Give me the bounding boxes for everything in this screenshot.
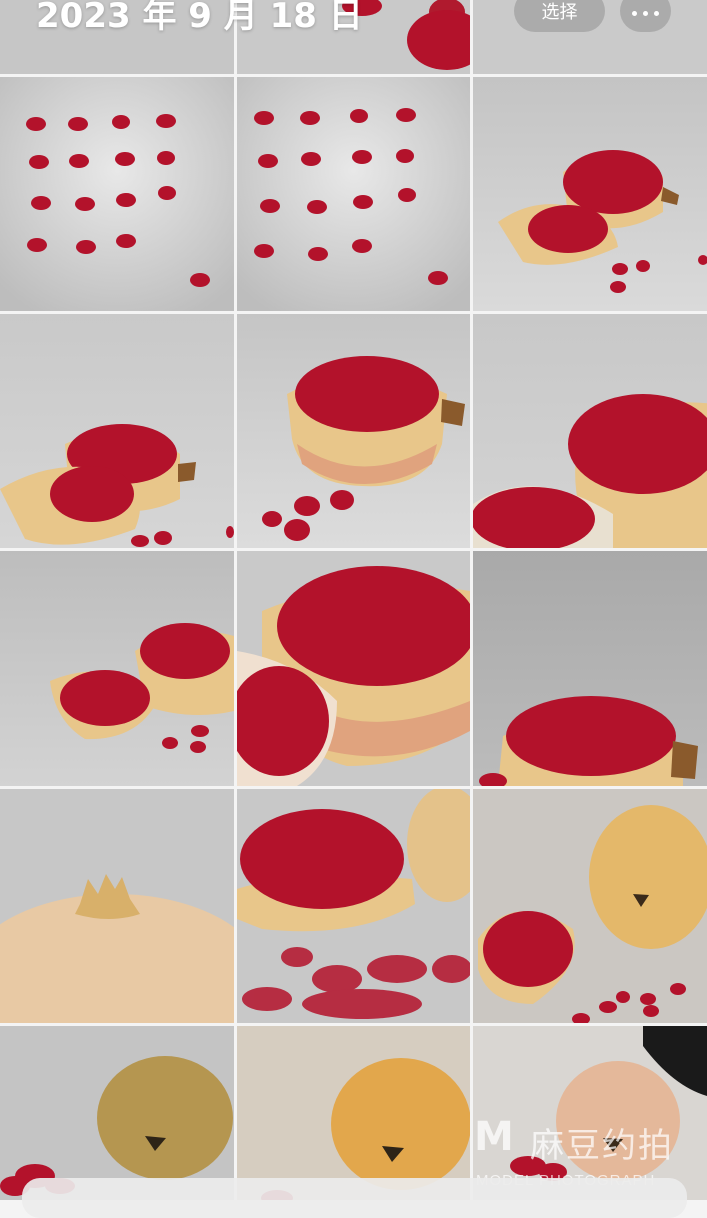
ellipsis-icon — [643, 11, 648, 16]
ellipsis-icon — [632, 11, 637, 16]
photo-thumbnail[interactable] — [237, 551, 470, 786]
photo-thumbnail[interactable] — [0, 1026, 234, 1200]
photo-thumbnail[interactable] — [473, 314, 707, 548]
photo-thumbnail[interactable] — [473, 77, 707, 311]
photo-thumbnail[interactable] — [237, 789, 470, 1023]
photo-thumbnail[interactable] — [473, 551, 707, 786]
photo-thumbnail[interactable] — [237, 1026, 470, 1200]
photo-thumbnail[interactable] — [473, 1026, 707, 1200]
ellipsis-icon — [654, 11, 659, 16]
select-button[interactable]: 选择 — [514, 0, 605, 32]
photo-thumbnail[interactable] — [0, 789, 234, 1023]
photo-thumbnail[interactable] — [237, 314, 470, 548]
photo-grid — [0, 0, 707, 1200]
photo-thumbnail[interactable] — [473, 789, 707, 1023]
bottom-toolbar[interactable] — [22, 1178, 687, 1218]
photo-thumbnail[interactable] — [237, 77, 470, 311]
more-button[interactable] — [620, 0, 671, 32]
photo-thumbnail[interactable] — [0, 314, 234, 548]
date-title: 2023 年 9 月 18 日 — [36, 0, 363, 36]
photo-thumbnail[interactable] — [0, 77, 234, 311]
photo-thumbnail[interactable] — [0, 551, 234, 786]
